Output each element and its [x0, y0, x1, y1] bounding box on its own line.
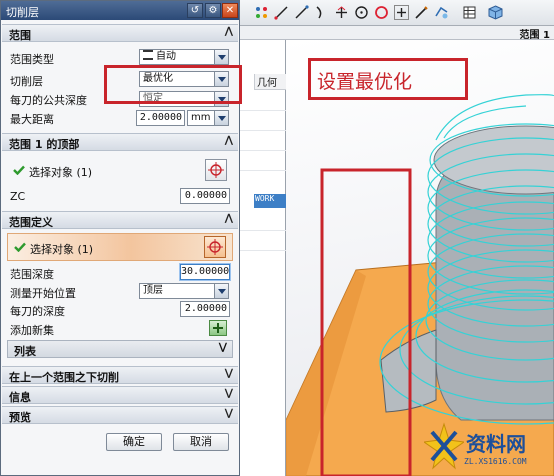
grid-line — [240, 250, 286, 251]
max-distance-input[interactable]: 2.00000 — [136, 110, 185, 126]
range-type-select[interactable]: 自动 — [139, 49, 229, 65]
range-type-value: 自动 — [156, 51, 176, 62]
table-tool-icon[interactable] — [460, 3, 479, 22]
watermark-url: ZL.XS1616.COM — [464, 457, 527, 466]
section-below-range-header[interactable]: 在上一个范围之下切削 ⋁ — [2, 366, 238, 384]
range-depth-label: 范围深度 — [10, 268, 54, 281]
range-select-object-label: 选择对象 (1) — [30, 243, 94, 256]
plus-icon — [213, 323, 223, 333]
crosshair-icon[interactable] — [205, 159, 227, 181]
top-select-object-row[interactable]: 选择对象 (1) — [7, 157, 233, 185]
chevron-down-icon[interactable] — [214, 50, 228, 64]
close-icon[interactable]: ✕ — [222, 3, 238, 18]
section-range-def-header[interactable]: 范围定义 ⋀ — [2, 211, 238, 229]
chevron-down-icon: ⋁ — [224, 388, 233, 399]
checkmark-icon — [13, 165, 25, 175]
unit-value: mm — [191, 112, 211, 123]
range-tab[interactable]: 范围 1 — [240, 26, 554, 41]
view-tool-icon[interactable] — [432, 3, 451, 22]
line-tool-icon[interactable] — [272, 3, 291, 22]
chevron-up-icon: ⋀ — [224, 26, 233, 37]
zc-label: ZC — [10, 190, 26, 203]
section-title: 预览 — [9, 411, 31, 424]
circle-red-tool-icon[interactable] — [372, 3, 391, 22]
range-depth-input[interactable]: 30.00000 — [180, 264, 230, 280]
max-distance-label: 最大距离 — [10, 113, 54, 126]
section-title: 范围定义 — [9, 216, 53, 229]
depth-per-cut-label: 每刀的深度 — [10, 305, 65, 318]
arc-tool-icon[interactable] — [292, 3, 311, 22]
grid-line — [240, 170, 286, 171]
circle-tool-icon[interactable] — [352, 3, 371, 22]
add-new-set-button[interactable] — [209, 320, 227, 336]
highlight-frame-cut-levels — [104, 65, 242, 104]
range-type-icon — [143, 50, 153, 60]
list-label: 列表 — [14, 345, 36, 358]
range-select-object-row[interactable]: 选择对象 (1) — [7, 233, 233, 261]
section-preview-header[interactable]: 预览 ⋁ — [2, 406, 238, 424]
grid-line — [240, 130, 286, 131]
dialog-title: 切削层 — [6, 6, 39, 19]
plus-tool-icon[interactable] — [392, 3, 411, 22]
dialog-title-bar[interactable]: 切削层 ↺ ⚙ ✕ — [1, 1, 239, 20]
annotation-text: 设置最优化 — [317, 71, 413, 93]
snap-point-icon[interactable] — [252, 3, 271, 22]
axis-tool-icon[interactable] — [332, 3, 351, 22]
common-depth-label: 每刀的公共深度 — [10, 94, 87, 107]
watermark-star-icon — [424, 422, 464, 470]
cube-view-icon[interactable] — [486, 3, 505, 22]
curve-tool-icon[interactable] — [312, 3, 331, 22]
section-title: 信息 — [9, 391, 31, 404]
section-range-header[interactable]: 范围 ⋀ — [2, 24, 238, 42]
chevron-down-icon[interactable] — [214, 284, 228, 298]
list-expander[interactable]: 列表 ⋁ — [7, 340, 233, 358]
watermark-logo: 资料网 ZL.XS1616.COM — [424, 420, 552, 474]
chevron-up-icon: ⋀ — [224, 135, 233, 146]
chevron-up-icon: ⋀ — [224, 213, 233, 224]
grid-line — [240, 110, 286, 111]
range-type-label: 范围类型 — [10, 53, 54, 66]
depth-per-cut-input[interactable]: 2.00000 — [180, 301, 230, 317]
grid-line — [240, 230, 286, 231]
range-tab-label: 范围 1 — [519, 30, 550, 41]
annotation-callout: 设置最优化 — [308, 58, 468, 100]
section-title: 在上一个范围之下切削 — [9, 371, 119, 384]
top-select-object-label: 选择对象 (1) — [29, 166, 93, 179]
ok-button[interactable]: 确定 — [106, 433, 162, 451]
checkmark-icon — [14, 242, 26, 252]
section-title: 范围 — [9, 29, 31, 42]
zc-input[interactable]: 0.00000 — [180, 188, 230, 204]
part-model-graphic — [286, 94, 554, 476]
cut-levels-label: 切削层 — [10, 75, 43, 88]
cancel-button[interactable]: 取消 — [173, 433, 229, 451]
section-title: 范围 1 的顶部 — [9, 138, 80, 151]
measure-from-select[interactable]: 顶层 — [139, 283, 229, 299]
main-toolbar — [240, 0, 554, 26]
graphics-viewport[interactable] — [286, 40, 554, 476]
chevron-down-icon: ⋁ — [224, 368, 233, 379]
measure-from-value: 顶层 — [143, 285, 163, 296]
section-info-header[interactable]: 信息 ⋁ — [2, 386, 238, 404]
chevron-down-icon: ⋁ — [224, 408, 233, 419]
operation-navigator: 几何 WORK — [240, 40, 286, 476]
add-new-set-label: 添加新集 — [10, 324, 54, 337]
max-distance-unit-select[interactable]: mm — [187, 110, 229, 126]
reset-icon[interactable]: ↺ — [187, 3, 203, 18]
watermark-title: 资料网 — [466, 432, 526, 456]
selected-geometry-cell[interactable]: WORK — [254, 194, 286, 208]
crosshair-icon[interactable] — [204, 236, 226, 258]
chevron-down-icon[interactable] — [214, 111, 228, 125]
measure-from-label: 测量开始位置 — [10, 287, 76, 300]
section-range1-top-header[interactable]: 范围 1 的顶部 ⋀ — [2, 133, 238, 151]
chevron-down-icon: ⋁ — [218, 342, 227, 353]
pen-tool-icon[interactable] — [412, 3, 431, 22]
grid-line — [240, 150, 286, 151]
gear-icon[interactable]: ⚙ — [205, 3, 221, 18]
column-header-geometry[interactable]: 几何 — [254, 74, 286, 90]
